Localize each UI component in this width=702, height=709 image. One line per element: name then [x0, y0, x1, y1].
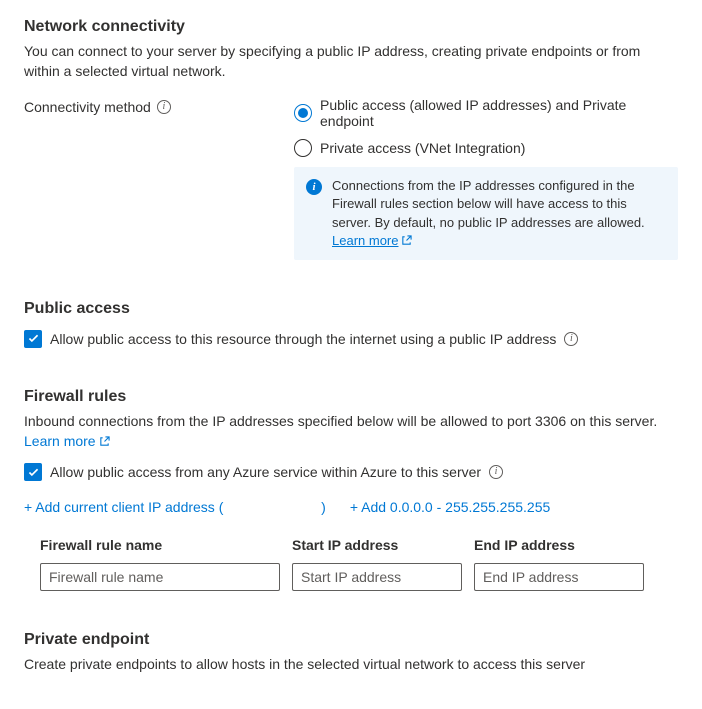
public-access-title: Public access [24, 300, 678, 318]
add-current-ip-link[interactable]: + Add current client IP address ( ) [24, 499, 326, 515]
info-icon[interactable]: i [489, 465, 503, 479]
firewall-desc-text: Inbound connections from the IP addresse… [24, 413, 657, 429]
azure-services-checkbox-row: Allow public access from any Azure servi… [24, 463, 678, 481]
end-ip-input[interactable] [474, 563, 644, 591]
info-box-message: Connections from the IP addresses config… [332, 178, 645, 229]
private-endpoint-section: Private endpoint Create private endpoint… [24, 631, 678, 675]
firewall-learn-more-text: Learn more [24, 432, 96, 452]
radio-private-access[interactable]: Private access (VNet Integration) [294, 139, 678, 157]
radio-public-access[interactable]: Public access (allowed IP addresses) and… [294, 97, 678, 129]
add-ip-range-link[interactable]: + Add 0.0.0.0 - 255.255.255.255 [350, 499, 550, 515]
add-current-post: ) [317, 499, 326, 515]
connectivity-method-controls: Public access (allowed IP addresses) and… [294, 97, 678, 260]
info-icon[interactable]: i [157, 100, 171, 114]
azure-services-checkbox-label: Allow public access from any Azure servi… [50, 464, 481, 480]
col-start-ip: Start IP address [292, 537, 462, 553]
info-icon[interactable]: i [564, 332, 578, 346]
checkmark-icon [27, 466, 40, 479]
private-endpoint-description: Create private endpoints to allow hosts … [24, 655, 678, 675]
radio-icon [294, 104, 312, 122]
public-access-checkbox-row: Allow public access to this resource thr… [24, 330, 678, 348]
public-access-checkbox[interactable] [24, 330, 42, 348]
add-current-pre: + Add current client IP address ( [24, 499, 227, 515]
public-access-section: Public access Allow public access to thi… [24, 300, 678, 348]
radio-public-label: Public access (allowed IP addresses) and… [320, 97, 678, 129]
connectivity-info-text: Connections from the IP addresses config… [332, 177, 666, 250]
azure-services-checkbox[interactable] [24, 463, 42, 481]
firewall-rules-title: Firewall rules [24, 388, 678, 406]
firewall-action-links: + Add current client IP address ( ) + Ad… [24, 499, 678, 515]
firewall-rule-name-input[interactable] [40, 563, 280, 591]
firewall-rules-section: Firewall rules Inbound connections from … [24, 388, 678, 591]
connectivity-method-row: Connectivity method i Public access (all… [24, 97, 678, 260]
public-access-checkbox-label: Allow public access to this resource thr… [50, 331, 556, 347]
firewall-rules-description: Inbound connections from the IP addresse… [24, 412, 678, 451]
private-endpoint-title: Private endpoint [24, 631, 678, 649]
connectivity-info-box: i Connections from the IP addresses conf… [294, 167, 678, 260]
start-ip-input[interactable] [292, 563, 462, 591]
external-link-icon [401, 235, 412, 246]
network-connectivity-title: Network connectivity [24, 18, 678, 36]
radio-icon [294, 139, 312, 157]
col-firewall-rule-name: Firewall rule name [40, 537, 280, 553]
external-link-icon [99, 436, 110, 447]
learn-more-link[interactable]: Learn more [332, 232, 412, 250]
checkmark-icon [27, 332, 40, 345]
network-connectivity-section: Network connectivity You can connect to … [24, 18, 678, 260]
col-end-ip: End IP address [474, 537, 644, 553]
connectivity-method-label-col: Connectivity method i [24, 97, 294, 115]
firewall-learn-more-link[interactable]: Learn more [24, 432, 110, 452]
radio-private-label: Private access (VNet Integration) [320, 140, 525, 156]
firewall-table-header: Firewall rule name Start IP address End … [24, 537, 678, 553]
firewall-table-row [24, 563, 678, 591]
connectivity-method-label: Connectivity method [24, 99, 151, 115]
info-icon: i [306, 179, 322, 195]
network-connectivity-description: You can connect to your server by specif… [24, 42, 678, 81]
learn-more-text: Learn more [332, 232, 398, 250]
